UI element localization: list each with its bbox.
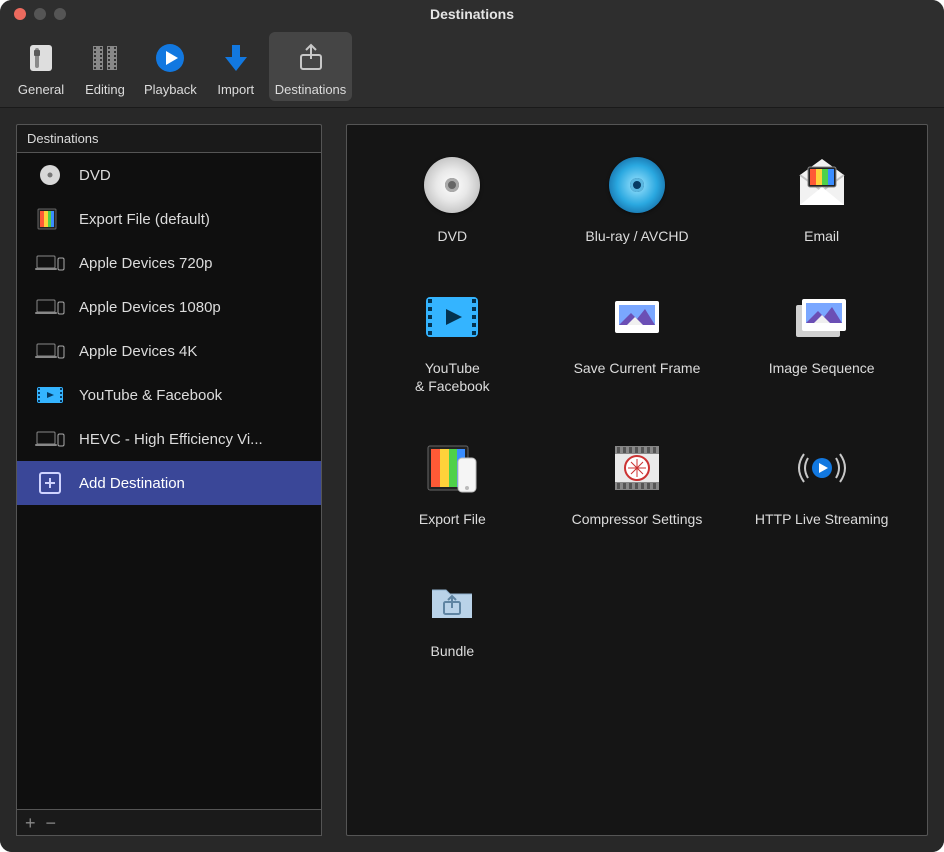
general-icon bbox=[21, 38, 61, 78]
toolbar-label: Destinations bbox=[275, 82, 347, 97]
window-controls bbox=[14, 8, 66, 20]
youtube-facebook-icon bbox=[35, 383, 65, 407]
toolbar-label: Playback bbox=[144, 82, 197, 97]
sidebar-item-label: YouTube & Facebook bbox=[79, 387, 222, 404]
sidebar-item-label: Export File (default) bbox=[79, 211, 210, 228]
sidebar-item-label: HEVC - High Efficiency Vi... bbox=[79, 431, 263, 448]
destination-templates-grid: DVD Blu-ray / AVCHD Email YouTube & Face… bbox=[365, 153, 909, 660]
template-label: HTTP Live Streaming bbox=[755, 510, 889, 528]
template-bundle[interactable]: Bundle bbox=[372, 568, 532, 660]
toolbar-import[interactable]: Import bbox=[205, 32, 267, 101]
editing-icon bbox=[85, 38, 125, 78]
template-hls[interactable]: HTTP Live Streaming bbox=[742, 436, 902, 528]
sidebar-item-dvd[interactable]: DVD bbox=[17, 153, 321, 197]
sidebar-item-apple-4k[interactable]: Apple Devices 4K bbox=[17, 329, 321, 373]
remove-destination-button[interactable]: − bbox=[46, 814, 57, 832]
apple-device-icon bbox=[35, 339, 65, 363]
email-icon bbox=[790, 153, 854, 217]
content-area: Destinations DVD Export File (default) A… bbox=[0, 108, 944, 852]
toolbar-label: Editing bbox=[85, 82, 125, 97]
toolbar-label: General bbox=[18, 82, 64, 97]
playback-icon bbox=[150, 38, 190, 78]
destination-templates-panel: DVD Blu-ray / AVCHD Email YouTube & Face… bbox=[346, 124, 928, 836]
photo-icon bbox=[605, 285, 669, 349]
apple-device-icon bbox=[35, 251, 65, 275]
import-icon bbox=[216, 38, 256, 78]
template-youtube-facebook[interactable]: YouTube & Facebook bbox=[372, 285, 532, 395]
template-compressor[interactable]: Compressor Settings bbox=[557, 436, 717, 528]
toolbar-destinations[interactable]: Destinations bbox=[269, 32, 353, 101]
plus-box-icon bbox=[35, 471, 65, 495]
youtube-facebook-icon bbox=[420, 285, 484, 349]
template-label: Export File bbox=[419, 510, 486, 528]
close-button[interactable] bbox=[14, 8, 26, 20]
template-label: Bundle bbox=[431, 642, 475, 660]
disc-icon bbox=[420, 153, 484, 217]
toolbar-editing[interactable]: Editing bbox=[74, 32, 136, 101]
destinations-icon bbox=[291, 38, 331, 78]
sidebar-item-apple-1080p[interactable]: Apple Devices 1080p bbox=[17, 285, 321, 329]
sidebar-item-youtube-facebook[interactable]: YouTube & Facebook bbox=[17, 373, 321, 417]
sidebar-item-label: DVD bbox=[79, 167, 111, 184]
template-dvd[interactable]: DVD bbox=[372, 153, 532, 245]
sidebar-item-label: Add Destination bbox=[79, 475, 185, 492]
template-label: Compressor Settings bbox=[572, 510, 703, 528]
export-file-icon bbox=[35, 207, 65, 231]
photo-stack-icon bbox=[790, 285, 854, 349]
hls-icon bbox=[790, 436, 854, 500]
sidebar-item-label: Apple Devices 1080p bbox=[79, 299, 221, 316]
compressor-icon bbox=[605, 436, 669, 500]
window-title: Destinations bbox=[0, 6, 944, 22]
template-label: Email bbox=[804, 227, 839, 245]
sidebar-header: Destinations bbox=[16, 124, 322, 152]
template-export-file[interactable]: Export File bbox=[372, 436, 532, 528]
template-save-frame[interactable]: Save Current Frame bbox=[557, 285, 717, 377]
template-label: Blu-ray / AVCHD bbox=[585, 227, 688, 245]
toolbar-label: Import bbox=[217, 82, 254, 97]
template-bluray[interactable]: Blu-ray / AVCHD bbox=[557, 153, 717, 245]
preferences-window: Destinations General Editing Playback Im… bbox=[0, 0, 944, 852]
destinations-sidebar: Destinations DVD Export File (default) A… bbox=[16, 124, 322, 836]
template-label: YouTube & Facebook bbox=[415, 359, 490, 395]
template-label: Save Current Frame bbox=[574, 359, 701, 377]
titlebar: Destinations bbox=[0, 0, 944, 28]
apple-device-icon bbox=[35, 427, 65, 451]
preferences-toolbar: General Editing Playback Import Destinat… bbox=[0, 28, 944, 108]
toolbar-general[interactable]: General bbox=[10, 32, 72, 101]
sidebar-list[interactable]: DVD Export File (default) Apple Devices … bbox=[16, 152, 322, 810]
bundle-folder-icon bbox=[420, 568, 484, 632]
sidebar-item-export-file[interactable]: Export File (default) bbox=[17, 197, 321, 241]
template-image-sequence[interactable]: Image Sequence bbox=[742, 285, 902, 377]
template-email[interactable]: Email bbox=[742, 153, 902, 245]
export-file-icon bbox=[420, 436, 484, 500]
template-label: DVD bbox=[438, 227, 468, 245]
sidebar-item-label: Apple Devices 720p bbox=[79, 255, 212, 272]
template-label: Image Sequence bbox=[769, 359, 875, 377]
sidebar-item-apple-720p[interactable]: Apple Devices 720p bbox=[17, 241, 321, 285]
minimize-button[interactable] bbox=[34, 8, 46, 20]
add-destination-button[interactable]: + bbox=[25, 814, 36, 832]
sidebar-item-add-destination[interactable]: Add Destination bbox=[17, 461, 321, 505]
toolbar-playback[interactable]: Playback bbox=[138, 32, 203, 101]
sidebar-footer: + − bbox=[16, 810, 322, 836]
disc-icon bbox=[35, 163, 65, 187]
zoom-button[interactable] bbox=[54, 8, 66, 20]
sidebar-item-hevc[interactable]: HEVC - High Efficiency Vi... bbox=[17, 417, 321, 461]
sidebar-item-label: Apple Devices 4K bbox=[79, 343, 197, 360]
bluray-disc-icon bbox=[605, 153, 669, 217]
apple-device-icon bbox=[35, 295, 65, 319]
